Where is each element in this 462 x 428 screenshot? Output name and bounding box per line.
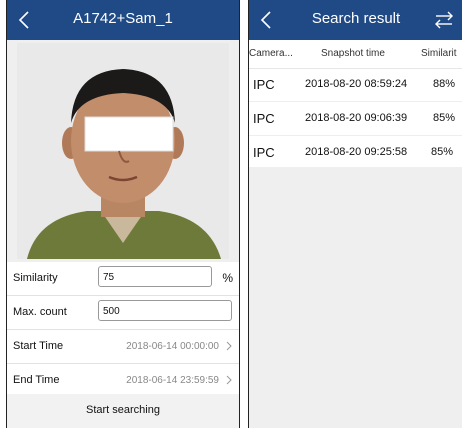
table-header: Camera... Snapshot time Similarit: [249, 40, 462, 69]
similarity-label: Similarity: [13, 272, 58, 284]
chevron-right-icon: [226, 341, 232, 351]
max-count-label: Max. count: [13, 306, 67, 318]
time-cell: 2018-08-20 08:59:24: [305, 78, 408, 90]
similarity-cell: 85%: [431, 146, 454, 158]
end-time-value: 2018-06-14 23:59:59: [126, 375, 219, 386]
table-row[interactable]: IPC 2018-08-20 08:59:24 88%: [249, 68, 462, 102]
similarity-cell: 85%: [433, 112, 456, 124]
table-row[interactable]: IPC 2018-08-20 09:06:39 85%: [249, 102, 462, 136]
max-count-row: Max. count 500: [7, 296, 239, 330]
start-searching-button[interactable]: Start searching: [7, 404, 239, 416]
percent-unit: %: [222, 271, 233, 285]
start-time-label: Start Time: [13, 340, 64, 352]
start-time-value: 2018-06-14 00:00:00: [126, 341, 219, 352]
similarity-input[interactable]: 75: [98, 266, 212, 287]
face-photo: [7, 40, 239, 262]
empty-area: [249, 167, 462, 428]
search-form: Similarity 75 % Max. count 500 Start Tim…: [7, 262, 239, 398]
column-camera[interactable]: Camera...: [249, 48, 293, 59]
max-count-input[interactable]: 500: [98, 300, 232, 321]
column-snapshot-time[interactable]: Snapshot time: [321, 48, 385, 59]
end-time-label: End Time: [13, 374, 60, 386]
search-setup-screen: A1742+Sam_1 Similarity 75 % Max. count 5…: [6, 0, 240, 428]
time-cell: 2018-08-20 09:25:58: [305, 146, 408, 158]
page-title: Search result: [311, 10, 401, 27]
table-row[interactable]: IPC 2018-08-20 09:25:58 85%: [249, 136, 462, 170]
face-photo-image: [17, 43, 229, 259]
similarity-row: Similarity 75 %: [7, 262, 239, 296]
camera-cell: IPC: [253, 145, 275, 160]
end-time-row[interactable]: End Time 2018-06-14 23:59:59: [7, 364, 239, 398]
title-bar: Search result: [249, 0, 462, 40]
search-result-screen: Search result Camera... Snapshot time Si…: [248, 0, 462, 428]
time-cell: 2018-08-20 09:06:39: [305, 112, 408, 124]
page-title: A1742+Sam_1: [73, 10, 173, 27]
search-button-area: Start searching: [7, 394, 239, 428]
column-similarity[interactable]: Similarit: [421, 48, 457, 59]
filter-icon[interactable]: [433, 10, 455, 30]
chevron-right-icon: [226, 375, 232, 385]
camera-cell: IPC: [253, 77, 275, 92]
similarity-cell: 88%: [433, 78, 456, 90]
camera-cell: IPC: [253, 111, 275, 126]
title-bar: A1742+Sam_1: [7, 0, 239, 40]
result-list: IPC 2018-08-20 08:59:24 88% IPC 2018-08-…: [249, 68, 462, 170]
start-time-row[interactable]: Start Time 2018-06-14 00:00:00: [7, 330, 239, 364]
